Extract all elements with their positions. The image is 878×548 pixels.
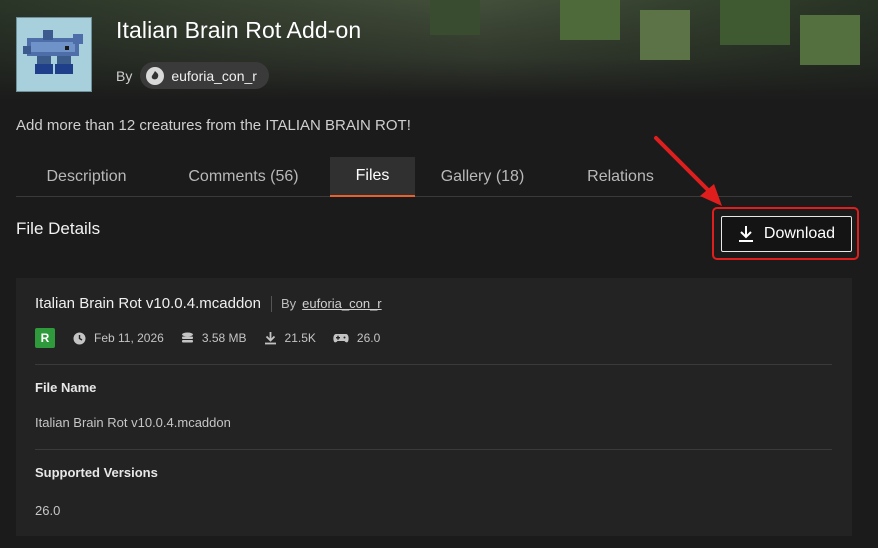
banner-block bbox=[560, 0, 620, 40]
project-thumbnail bbox=[16, 17, 92, 92]
file-game-version-value: 26.0 bbox=[356, 331, 381, 345]
file-downloads: 21.5K bbox=[264, 331, 316, 345]
banner-block bbox=[720, 0, 790, 45]
shark-creature-icon bbox=[17, 18, 91, 91]
file-meta-row: R Feb 11, 2026 3.58 MB 21.5K 26.0 bbox=[35, 328, 397, 348]
database-icon bbox=[181, 332, 193, 342]
file-date: Feb 11, 2026 bbox=[73, 331, 164, 345]
file-game-version: 26.0 bbox=[333, 331, 380, 345]
tab-comments[interactable]: Comments (56) bbox=[157, 157, 330, 197]
annotation-arrow-icon bbox=[654, 136, 722, 206]
file-title-row: Italian Brain Rot v10.0.4.mcaddon By euf… bbox=[35, 295, 382, 312]
file-card: Italian Brain Rot v10.0.4.mcaddon By euf… bbox=[16, 278, 852, 536]
file-name-label: File Name bbox=[35, 380, 97, 395]
divider bbox=[35, 364, 832, 365]
file-name-value: Italian Brain Rot v10.0.4.mcaddon bbox=[35, 415, 231, 430]
download-icon bbox=[738, 226, 753, 242]
tab-files[interactable]: Files bbox=[330, 157, 415, 197]
file-title: Italian Brain Rot v10.0.4.mcaddon bbox=[35, 295, 261, 312]
title-separator bbox=[270, 295, 272, 312]
file-downloads-value: 21.5K bbox=[284, 331, 316, 345]
section-title: File Details bbox=[16, 219, 101, 238]
download-label: Download bbox=[763, 225, 836, 242]
author-avatar bbox=[146, 66, 165, 85]
page-title: Italian Brain Rot Add-on bbox=[116, 17, 362, 43]
file-author-link[interactable]: euforia_con_r bbox=[302, 296, 382, 311]
file-size: 3.58 MB bbox=[181, 331, 247, 345]
downloads-icon bbox=[264, 332, 276, 345]
file-size-value: 3.58 MB bbox=[201, 331, 247, 345]
author-chip[interactable]: euforia_con_r bbox=[140, 62, 269, 89]
tab-description[interactable]: Description bbox=[16, 157, 157, 197]
by-label: By bbox=[116, 67, 133, 84]
author-row: By euforia_con_r bbox=[116, 62, 269, 89]
banner-block bbox=[800, 15, 860, 65]
banner-block bbox=[430, 0, 480, 35]
file-by-label: By bbox=[280, 296, 297, 311]
download-button[interactable]: Download bbox=[721, 216, 852, 252]
supported-versions-value: 26.0 bbox=[35, 503, 61, 518]
project-summary: Add more than 12 creatures from the ITAL… bbox=[16, 117, 411, 134]
file-date-value: Feb 11, 2026 bbox=[94, 331, 164, 345]
release-type-badge: R bbox=[35, 328, 55, 348]
banner-block bbox=[640, 10, 690, 60]
gamepad-icon bbox=[333, 334, 349, 343]
tab-gallery[interactable]: Gallery (18) bbox=[415, 157, 550, 197]
avatar-icon bbox=[152, 70, 159, 79]
clock-icon bbox=[73, 332, 86, 344]
divider bbox=[35, 449, 832, 450]
supported-versions-label: Supported Versions bbox=[35, 465, 158, 480]
author-name: euforia_con_r bbox=[171, 67, 257, 84]
